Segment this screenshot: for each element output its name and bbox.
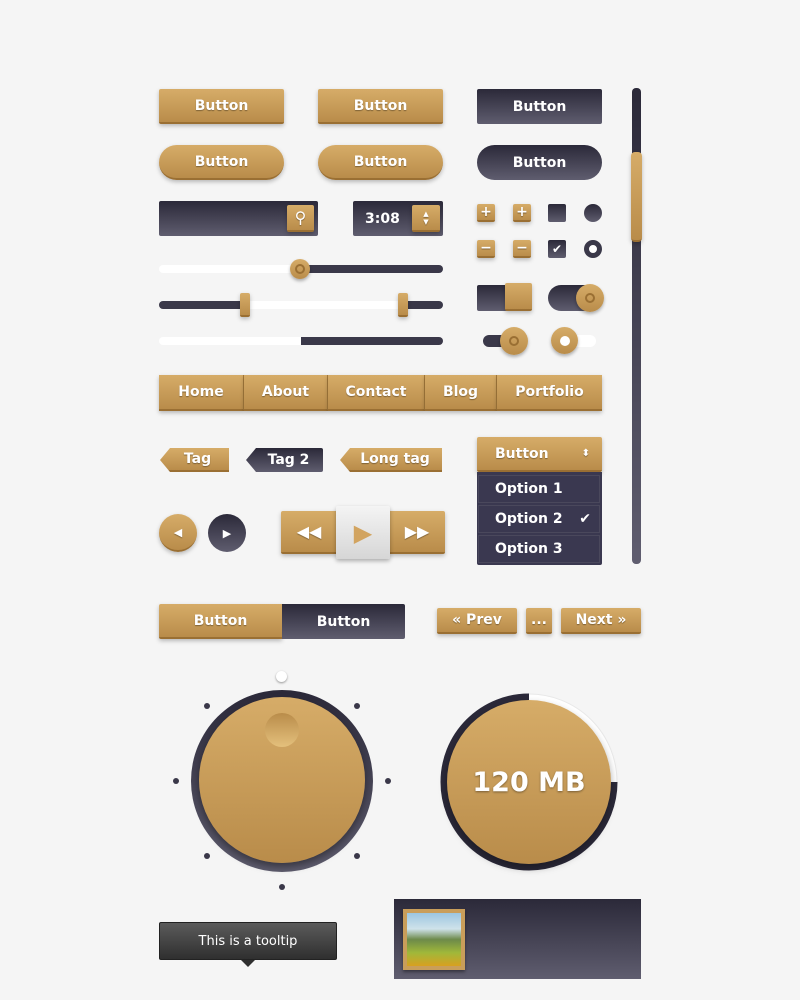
minus-icon: − [516, 240, 528, 256]
minus-button-2[interactable]: − [513, 240, 531, 258]
landscape-image [407, 913, 461, 966]
radio-checked[interactable] [584, 240, 602, 258]
caret-left-icon: ◀ [173, 525, 183, 539]
knob-indicator [276, 671, 287, 682]
knob-scale-dot [353, 703, 360, 710]
dropdown-option-2[interactable]: Option 2 ✔ [478, 505, 600, 533]
knob-scale-dot [279, 884, 285, 890]
gauge-label: 120 MB [447, 700, 611, 864]
tooltip: This is a tooltip [159, 922, 337, 960]
fast-forward-button[interactable]: ▶▶ [389, 511, 445, 554]
fast-forward-icon: ▶▶ [404, 522, 430, 541]
checkbox-unchecked[interactable] [548, 204, 566, 222]
knob-grip [265, 713, 299, 747]
minus-button[interactable]: − [477, 240, 495, 258]
checkbox-checked[interactable]: ✔ [548, 240, 566, 258]
mini-toggle-handle[interactable] [500, 327, 528, 355]
search-icon: ⚲ [294, 208, 307, 227]
time-stepper[interactable]: ▲ ▼ [412, 205, 440, 232]
dropdown-option-3[interactable]: Option 3 [478, 535, 600, 563]
nav-about[interactable]: About [244, 375, 328, 411]
button-dark[interactable]: Button [477, 89, 602, 124]
knob-scale-dot [173, 778, 179, 784]
plus-button-2[interactable]: + [513, 204, 531, 222]
nav-contact[interactable]: Contact [328, 375, 425, 411]
button-gold-2[interactable]: Button [318, 89, 443, 124]
search-button[interactable]: ⚲ [287, 205, 314, 232]
button-gold-pill-2[interactable]: Button [318, 145, 443, 180]
dropdown-option-1[interactable]: Option 1 [478, 475, 600, 503]
toggle-round-handle[interactable] [576, 284, 604, 312]
rewind-icon: ◀◀ [296, 522, 322, 541]
dropdown-label: Button [495, 445, 549, 462]
slider-handle[interactable] [290, 259, 310, 279]
dropdown-button[interactable]: Button ⬍ [477, 437, 602, 472]
plus-button[interactable]: + [477, 204, 495, 222]
time-value: 3:08 [365, 210, 400, 227]
knob-scale-dot [204, 852, 211, 859]
caret-right-icon: ▶ [222, 526, 232, 540]
mini-toggle-handle-2[interactable] [551, 327, 578, 354]
image-thumbnail[interactable] [403, 909, 465, 970]
pagination-prev[interactable]: « Prev [437, 608, 517, 634]
pagination-ellipsis[interactable]: ... [526, 608, 552, 634]
segment-2[interactable]: Button [282, 604, 405, 639]
tag-1[interactable]: Tag [160, 448, 229, 472]
radio-unchecked[interactable] [584, 204, 602, 222]
chevron-down-icon: ▼ [423, 217, 429, 226]
toggle-square-handle[interactable] [505, 283, 532, 311]
plus-icon: + [480, 204, 492, 220]
next-circle-button[interactable]: ▶ [208, 514, 246, 552]
range-handle-max[interactable] [398, 293, 408, 317]
button-gold-1[interactable]: Button [159, 89, 284, 124]
tooltip-arrow [241, 960, 255, 974]
rewind-button[interactable]: ◀◀ [281, 511, 337, 554]
button-dark-pill[interactable]: Button [477, 145, 602, 180]
progress-bar [159, 337, 443, 345]
button-gold-pill-1[interactable]: Button [159, 145, 284, 180]
scrollbar-thumb[interactable] [631, 152, 642, 242]
sort-arrows-icon: ⬍ [581, 448, 590, 459]
knob-scale-dot [353, 852, 360, 859]
knob-scale-dot [204, 703, 211, 710]
nav-home[interactable]: Home [159, 375, 244, 411]
check-icon: ✔ [579, 511, 591, 527]
play-button[interactable]: ▶ [336, 506, 390, 559]
minus-icon: − [480, 240, 492, 256]
nav-bar: Home About Contact Blog Portfolio [159, 375, 602, 411]
tag-2[interactable]: Tag 2 [246, 448, 323, 472]
segment-1[interactable]: Button [159, 604, 282, 639]
range-handle-min[interactable] [240, 293, 250, 317]
nav-blog[interactable]: Blog [425, 375, 497, 411]
knob-scale-dot [385, 778, 391, 784]
pagination-next[interactable]: Next » [561, 608, 641, 634]
chevron-up-icon: ▲ [423, 209, 429, 218]
tag-3[interactable]: Long tag [340, 448, 442, 472]
play-icon: ▶ [353, 518, 373, 547]
prev-circle-button[interactable]: ◀ [159, 514, 197, 552]
nav-portfolio[interactable]: Portfolio [497, 375, 602, 411]
check-icon: ✔ [551, 242, 563, 256]
plus-icon: + [516, 204, 528, 220]
